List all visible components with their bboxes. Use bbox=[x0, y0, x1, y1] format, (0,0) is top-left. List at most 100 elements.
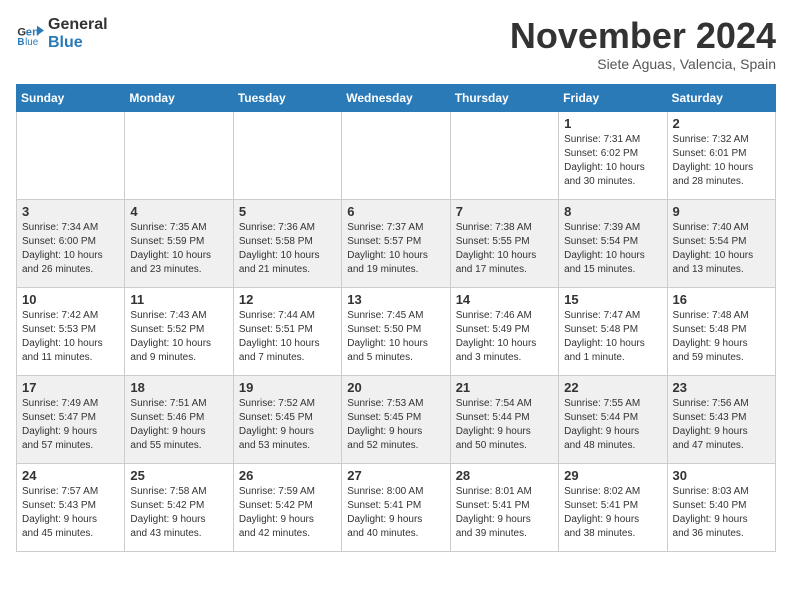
day-info: Sunrise: 7:53 AM Sunset: 5:45 PM Dayligh… bbox=[347, 397, 444, 453]
svg-text:lue: lue bbox=[25, 37, 39, 48]
day-info: Sunrise: 7:46 AM Sunset: 5:49 PM Dayligh… bbox=[456, 309, 553, 365]
logo-icon: G e n B lue bbox=[16, 20, 44, 48]
table-cell: 20Sunrise: 7:53 AM Sunset: 5:45 PM Dayli… bbox=[342, 375, 450, 463]
day-number: 9 bbox=[673, 204, 770, 219]
table-cell: 9 Sunrise: 7:40 AM Sunset: 5:54 PM Daylig… bbox=[667, 199, 775, 287]
day-info: Sunrise: 7:31 AM Sunset: 6:02 PM Dayligh… bbox=[564, 133, 661, 189]
day-info: Sunrise: 7:44 AM Sunset: 5:51 PM Dayligh… bbox=[239, 309, 336, 365]
logo-line1: General bbox=[48, 16, 108, 34]
table-cell: 23 Sunrise: 7:56 AM Sunset: 5:43 PM Dayli… bbox=[667, 375, 775, 463]
day-info: Sunrise: 7:55 AM Sunset: 5:44 PM Dayligh… bbox=[564, 397, 661, 453]
day-info: Sunrise: 7:32 AM Sunset: 6:01 PM Dayligh… bbox=[673, 133, 770, 189]
table-cell: 13 Sunrise: 7:45 AM Sunset: 5:50 PM Dayli… bbox=[342, 287, 450, 375]
table-cell: 18 Sunrise: 7:51 AM Sunset: 5:46 PM Dayli… bbox=[125, 375, 233, 463]
table-cell bbox=[125, 111, 233, 199]
day-number: 6 bbox=[347, 204, 444, 219]
table-cell: 30Sunrise: 8:03 AM Sunset: 5:40 PM Dayli… bbox=[667, 463, 775, 551]
table-cell: 16Sunrise: 7:48 AM Sunset: 5:48 PM Dayli… bbox=[667, 287, 775, 375]
day-info: Sunrise: 8:00 AM Sunset: 5:41 PM Dayligh… bbox=[347, 485, 444, 541]
table-cell: 11 Sunrise: 7:43 AM Sunset: 5:52 PM Dayli… bbox=[125, 287, 233, 375]
table-cell: 1Sunrise: 7:31 AM Sunset: 6:02 PM Daylig… bbox=[559, 111, 667, 199]
day-info: Sunrise: 7:35 AM Sunset: 5:59 PM Dayligh… bbox=[130, 221, 227, 277]
weekday-header-thursday: Thursday bbox=[450, 84, 558, 111]
table-cell bbox=[450, 111, 558, 199]
table-cell: 27 Sunrise: 8:00 AM Sunset: 5:41 PM Dayli… bbox=[342, 463, 450, 551]
day-number: 22 bbox=[564, 380, 661, 395]
day-info: Sunrise: 7:49 AM Sunset: 5:47 PM Dayligh… bbox=[22, 397, 119, 453]
day-info: Sunrise: 7:59 AM Sunset: 5:42 PM Dayligh… bbox=[239, 485, 336, 541]
day-info: Sunrise: 7:40 AM Sunset: 5:54 PM Dayligh… bbox=[673, 221, 770, 277]
day-info: Sunrise: 7:47 AM Sunset: 5:48 PM Dayligh… bbox=[564, 309, 661, 365]
day-info: Sunrise: 7:54 AM Sunset: 5:44 PM Dayligh… bbox=[456, 397, 553, 453]
day-number: 15 bbox=[564, 292, 661, 307]
table-cell: 29 Sunrise: 8:02 AM Sunset: 5:41 PM Dayli… bbox=[559, 463, 667, 551]
table-cell: 3 Sunrise: 7:34 AM Sunset: 6:00 PM Daylig… bbox=[17, 199, 125, 287]
day-number: 11 bbox=[130, 292, 227, 307]
table-cell: 15 Sunrise: 7:47 AM Sunset: 5:48 PM Dayli… bbox=[559, 287, 667, 375]
day-number: 27 bbox=[347, 468, 444, 483]
weekday-header-friday: Friday bbox=[559, 84, 667, 111]
day-number: 28 bbox=[456, 468, 553, 483]
table-cell: 25 Sunrise: 7:58 AM Sunset: 5:42 PM Dayli… bbox=[125, 463, 233, 551]
day-number: 18 bbox=[130, 380, 227, 395]
svg-text:B: B bbox=[17, 37, 24, 48]
day-number: 23 bbox=[673, 380, 770, 395]
day-info: Sunrise: 7:57 AM Sunset: 5:43 PM Dayligh… bbox=[22, 485, 119, 541]
weekday-header-monday: Monday bbox=[125, 84, 233, 111]
day-number: 29 bbox=[564, 468, 661, 483]
day-info: Sunrise: 7:56 AM Sunset: 5:43 PM Dayligh… bbox=[673, 397, 770, 453]
header: G e n B lue General Blue November 2024 S… bbox=[16, 16, 776, 72]
day-number: 17 bbox=[22, 380, 119, 395]
day-info: Sunrise: 7:48 AM Sunset: 5:48 PM Dayligh… bbox=[673, 309, 770, 365]
table-cell bbox=[17, 111, 125, 199]
day-number: 26 bbox=[239, 468, 336, 483]
month-title: November 2024 bbox=[510, 16, 776, 56]
table-cell: 4 Sunrise: 7:35 AM Sunset: 5:59 PM Daylig… bbox=[125, 199, 233, 287]
day-number: 14 bbox=[456, 292, 553, 307]
table-cell: 12Sunrise: 7:44 AM Sunset: 5:51 PM Dayli… bbox=[233, 287, 341, 375]
table-cell: 7 Sunrise: 7:38 AM Sunset: 5:55 PM Daylig… bbox=[450, 199, 558, 287]
day-number: 8 bbox=[564, 204, 661, 219]
day-number: 19 bbox=[239, 380, 336, 395]
day-info: Sunrise: 7:52 AM Sunset: 5:45 PM Dayligh… bbox=[239, 397, 336, 453]
day-info: Sunrise: 7:43 AM Sunset: 5:52 PM Dayligh… bbox=[130, 309, 227, 365]
table-cell: 14 Sunrise: 7:46 AM Sunset: 5:49 PM Dayli… bbox=[450, 287, 558, 375]
day-info: Sunrise: 7:38 AM Sunset: 5:55 PM Dayligh… bbox=[456, 221, 553, 277]
day-info: Sunrise: 7:45 AM Sunset: 5:50 PM Dayligh… bbox=[347, 309, 444, 365]
day-info: Sunrise: 7:36 AM Sunset: 5:58 PM Dayligh… bbox=[239, 221, 336, 277]
day-info: Sunrise: 7:34 AM Sunset: 6:00 PM Dayligh… bbox=[22, 221, 119, 277]
day-number: 7 bbox=[456, 204, 553, 219]
week-row-3: 10Sunrise: 7:42 AM Sunset: 5:53 PM Dayli… bbox=[17, 287, 776, 375]
table-cell: 21Sunrise: 7:54 AM Sunset: 5:44 PM Dayli… bbox=[450, 375, 558, 463]
day-info: Sunrise: 7:37 AM Sunset: 5:57 PM Dayligh… bbox=[347, 221, 444, 277]
table-cell bbox=[233, 111, 341, 199]
logo: G e n B lue General Blue bbox=[16, 16, 108, 51]
day-info: Sunrise: 7:58 AM Sunset: 5:42 PM Dayligh… bbox=[130, 485, 227, 541]
day-number: 2 bbox=[673, 116, 770, 131]
weekday-header-wednesday: Wednesday bbox=[342, 84, 450, 111]
day-info: Sunrise: 7:39 AM Sunset: 5:54 PM Dayligh… bbox=[564, 221, 661, 277]
table-cell: 24 Sunrise: 7:57 AM Sunset: 5:43 PM Dayli… bbox=[17, 463, 125, 551]
weekday-header-tuesday: Tuesday bbox=[233, 84, 341, 111]
day-info: Sunrise: 8:02 AM Sunset: 5:41 PM Dayligh… bbox=[564, 485, 661, 541]
day-number: 13 bbox=[347, 292, 444, 307]
week-row-1: 1Sunrise: 7:31 AM Sunset: 6:02 PM Daylig… bbox=[17, 111, 776, 199]
title-area: November 2024 Siete Aguas, Valencia, Spa… bbox=[510, 16, 776, 72]
week-row-5: 24 Sunrise: 7:57 AM Sunset: 5:43 PM Dayli… bbox=[17, 463, 776, 551]
day-number: 5 bbox=[239, 204, 336, 219]
day-number: 25 bbox=[130, 468, 227, 483]
table-cell: 17 Sunrise: 7:49 AM Sunset: 5:47 PM Dayli… bbox=[17, 375, 125, 463]
table-cell bbox=[342, 111, 450, 199]
day-number: 30 bbox=[673, 468, 770, 483]
day-number: 4 bbox=[130, 204, 227, 219]
day-number: 3 bbox=[22, 204, 119, 219]
week-row-2: 3 Sunrise: 7:34 AM Sunset: 6:00 PM Daylig… bbox=[17, 199, 776, 287]
day-number: 24 bbox=[22, 468, 119, 483]
day-info: Sunrise: 7:51 AM Sunset: 5:46 PM Dayligh… bbox=[130, 397, 227, 453]
table-cell: 22 Sunrise: 7:55 AM Sunset: 5:44 PM Dayli… bbox=[559, 375, 667, 463]
table-cell: 28Sunrise: 8:01 AM Sunset: 5:41 PM Dayli… bbox=[450, 463, 558, 551]
calendar-table: SundayMondayTuesdayWednesdayThursdayFrid… bbox=[16, 84, 776, 552]
weekday-header-row: SundayMondayTuesdayWednesdayThursdayFrid… bbox=[17, 84, 776, 111]
day-number: 10 bbox=[22, 292, 119, 307]
table-cell: 6 Sunrise: 7:37 AM Sunset: 5:57 PM Daylig… bbox=[342, 199, 450, 287]
